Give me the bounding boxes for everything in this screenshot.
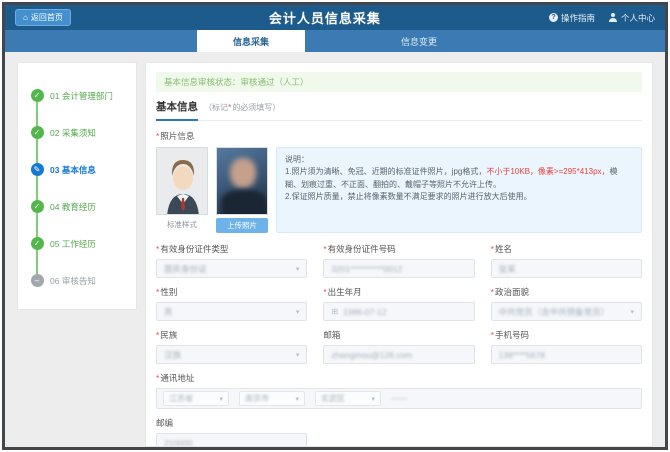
guide-link[interactable]: ? 操作指南 — [549, 12, 595, 24]
guide-label: 操作指南 — [561, 12, 595, 24]
main-panel: 基本信息审核状态：审核通过（人工） 基本信息 （标记*的必须填写） *照片信息 — [145, 62, 653, 447]
mobile-input[interactable]: 138****5678 — [491, 345, 642, 364]
step-pending-icon: – — [31, 274, 44, 287]
tab-info-collection[interactable]: 信息采集 — [197, 30, 305, 52]
step-work-history[interactable]: ✓ 05 工作经历 — [30, 225, 128, 262]
upload-photo-button[interactable]: 上传照片 — [216, 218, 268, 233]
step-done-icon: ✓ — [31, 89, 44, 102]
step-label: 会计管理部门 — [62, 91, 113, 101]
section-title: 基本信息 — [156, 99, 198, 121]
top-header: ⌂ 返回首页 会计人员信息采集 ? 操作指南 个人中心 — [5, 5, 665, 30]
calendar-icon: ⊞ — [331, 307, 338, 316]
step-label: 采集须知 — [62, 128, 96, 138]
tab-bar: 信息采集 信息变更 — [5, 30, 665, 52]
step-label: 教育经历 — [62, 202, 96, 212]
chevron-down-icon: ▾ — [630, 308, 634, 316]
step-done-icon: ✓ — [31, 200, 44, 213]
tab-info-change[interactable]: 信息变更 — [365, 30, 473, 52]
photo-info-label: *照片信息 — [156, 130, 642, 142]
form-row-postcode: 邮编 210000 — [156, 417, 642, 447]
sample-photo-box: 标准样式 — [156, 147, 208, 233]
chevron-down-icon: ▾ — [219, 395, 223, 403]
postcode-input[interactable]: 210000 — [156, 433, 307, 447]
id-type-select[interactable]: 居民身份证▾ — [156, 259, 307, 278]
user-icon — [609, 13, 618, 22]
chevron-down-icon: ▾ — [296, 265, 300, 273]
step-label: 工作经历 — [62, 239, 96, 249]
photo-size-requirement: 不小于10KB，像素>=295*413px， — [486, 167, 609, 176]
address-province-select[interactable]: 江苏省▾ — [163, 391, 229, 406]
form-row-1: *有效身份证件类型 居民身份证▾ *有效身份证件号码 3201*********… — [156, 243, 642, 278]
personal-center-link[interactable]: 个人中心 — [609, 12, 655, 24]
step-sidebar: ✓ 01 会计管理部门 ✓ 02 采集须知 ✎ 03 基本信息 ✓ 04 教育经… — [17, 62, 137, 310]
body-area: ✓ 01 会计管理部门 ✓ 02 采集须知 ✎ 03 基本信息 ✓ 04 教育经… — [5, 52, 665, 447]
field-gender: *性别 男▾ — [156, 286, 307, 321]
political-status-select[interactable]: 中共党员（含中共预备党员）▾ — [491, 302, 642, 321]
address-detail-input[interactable]: —— — [391, 394, 407, 403]
section-note: （标记*的必须填写） — [204, 102, 280, 113]
section-header: 基本信息 （标记*的必须填写） — [156, 99, 642, 121]
home-button-label: 返回首页 — [31, 12, 63, 23]
home-icon: ⌂ — [23, 14, 28, 22]
step-review-notice[interactable]: – 06 审核告知 — [30, 262, 128, 299]
field-political-status: *政治面貌 中共党员（含中共预备党员）▾ — [491, 286, 642, 321]
app-window: ⌂ 返回首页 会计人员信息采集 ? 操作指南 个人中心 信息采集 信息变更 ✓ … — [2, 2, 668, 450]
field-name: *姓名 张某 — [491, 243, 642, 278]
photo-section: 标准样式 上传照片 说明： 1.照片须为清晰、免冠、近期的标准证件照片，jpg格… — [156, 147, 642, 233]
chevron-down-icon: ▾ — [296, 308, 300, 316]
field-mobile: *手机号码 138****5678 — [491, 329, 642, 364]
home-button[interactable]: ⌂ 返回首页 — [15, 9, 71, 26]
step-education[interactable]: ✓ 04 教育经历 — [30, 188, 128, 225]
step-basic-info[interactable]: ✎ 03 基本信息 — [30, 151, 128, 188]
sample-photo — [156, 147, 208, 215]
personal-center-label: 个人中心 — [621, 12, 655, 24]
form-row-2: *性别 男▾ *出生年月 ⊞1986-07-12 *政治面貌 中共党员（含中共预… — [156, 286, 642, 321]
help-icon: ? — [549, 13, 558, 22]
step-label: 基本信息 — [62, 165, 96, 175]
step-label: 审核告知 — [62, 276, 96, 286]
step-accounting-dept[interactable]: ✓ 01 会计管理部门 — [30, 77, 128, 114]
birth-date-input[interactable]: ⊞1986-07-12 — [323, 302, 474, 321]
sample-avatar-illustration — [157, 148, 208, 215]
chevron-down-icon: ▾ — [296, 351, 300, 359]
photo-instructions: 说明： 1.照片须为清晰、免冠、近期的标准证件照片，jpg格式，不小于10KB，… — [276, 147, 642, 233]
gender-select[interactable]: 男▾ — [156, 302, 307, 321]
header-links: ? 操作指南 个人中心 — [549, 12, 655, 24]
chevron-down-icon: ▾ — [371, 395, 375, 403]
uploaded-photo — [216, 147, 268, 215]
form-row-3: *民族 汉族▾ 邮箱 zhangmou@126.com *手机号码 138***… — [156, 329, 642, 364]
step-collection-notice[interactable]: ✓ 02 采集须知 — [30, 114, 128, 151]
address-input-group: 江苏省▾ 南京市▾ 玄武区▾ —— — [156, 388, 642, 409]
step-current-icon: ✎ — [31, 163, 44, 176]
page-title: 会计人员信息采集 — [101, 8, 549, 27]
address-district-select[interactable]: 玄武区▾ — [315, 391, 381, 406]
field-ethnicity: *民族 汉族▾ — [156, 329, 307, 364]
field-birth-date: *出生年月 ⊞1986-07-12 — [323, 286, 474, 321]
sample-photo-caption: 标准样式 — [167, 219, 197, 230]
name-input[interactable]: 张某 — [491, 259, 642, 278]
screenshot-frame: ⌂ 返回首页 会计人员信息采集 ? 操作指南 个人中心 信息采集 信息变更 ✓ … — [0, 0, 670, 452]
id-number-input[interactable]: 3201**********0012 — [323, 259, 474, 278]
email-input[interactable]: zhangmou@126.com — [323, 345, 474, 364]
ethnicity-select[interactable]: 汉族▾ — [156, 345, 307, 364]
status-banner: 基本信息审核状态：审核通过（人工） — [156, 72, 642, 92]
field-email: 邮箱 zhangmou@126.com — [323, 329, 474, 364]
address-city-select[interactable]: 南京市▾ — [239, 391, 305, 406]
chevron-down-icon: ▾ — [295, 395, 299, 403]
field-id-number: *有效身份证件号码 3201**********0012 — [323, 243, 474, 278]
form-row-address: *通讯地址 江苏省▾ 南京市▾ 玄武区▾ —— — [156, 372, 642, 409]
step-done-icon: ✓ — [31, 126, 44, 139]
field-id-type: *有效身份证件类型 居民身份证▾ — [156, 243, 307, 278]
step-done-icon: ✓ — [31, 237, 44, 250]
uploaded-photo-box: 上传照片 — [216, 147, 268, 233]
